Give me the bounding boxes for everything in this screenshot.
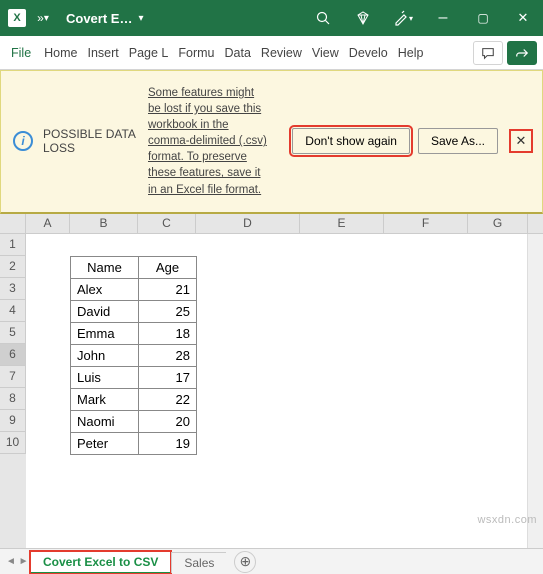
cell-age[interactable]: 28: [139, 344, 197, 366]
table-row[interactable]: Emma18: [71, 322, 197, 344]
tab-file[interactable]: File: [6, 36, 39, 69]
table-row[interactable]: Mark22: [71, 388, 197, 410]
table-header-name: Name: [71, 256, 139, 278]
cell-name[interactable]: Alex: [71, 278, 139, 300]
table-row[interactable]: Luis17: [71, 366, 197, 388]
message-body[interactable]: Some features might be lost if you save …: [148, 85, 268, 198]
table-row[interactable]: Alex21: [71, 278, 197, 300]
row-header[interactable]: 9: [0, 410, 26, 432]
row-header[interactable]: 7: [0, 366, 26, 388]
col-header[interactable]: B: [70, 214, 138, 233]
sheet-nav-icons[interactable]: ◄ ►: [6, 556, 29, 567]
table-row[interactable]: Peter19: [71, 432, 197, 454]
message-close-button[interactable]: ✕: [512, 132, 530, 150]
data-table: Name Age Alex21David25Emma18John28Luis17…: [70, 256, 197, 455]
dont-show-again-button[interactable]: Don't show again: [292, 128, 410, 154]
column-headers: A B C D E F G: [0, 214, 543, 234]
tab-insert[interactable]: Insert: [83, 36, 124, 69]
row-header[interactable]: 2: [0, 256, 26, 278]
excel-app-icon: X: [8, 9, 26, 27]
tab-formulas[interactable]: Formu: [173, 36, 219, 69]
row-header[interactable]: 6: [0, 344, 26, 366]
sheet-tab-bar: ◄ ► Covert Excel to CSV Sales ⊕: [0, 548, 543, 574]
comments-button[interactable]: [473, 41, 503, 65]
select-all-corner[interactable]: [0, 214, 26, 233]
row-header[interactable]: 10: [0, 432, 26, 454]
diamond-icon[interactable]: [343, 0, 383, 36]
cell-name[interactable]: John: [71, 344, 139, 366]
cell-name[interactable]: Naomi: [71, 410, 139, 432]
tab-view[interactable]: View: [307, 36, 344, 69]
title-chevron-icon[interactable]: ▾: [138, 13, 143, 24]
share-button[interactable]: [507, 41, 537, 65]
message-title: POSSIBLE DATA LOSS: [43, 127, 138, 155]
tab-home[interactable]: Home: [39, 36, 82, 69]
col-header[interactable]: C: [138, 214, 196, 233]
watermark: wsxdn.com: [477, 514, 537, 526]
tab-developer[interactable]: Develo: [344, 36, 393, 69]
save-as-button[interactable]: Save As...: [418, 128, 498, 154]
cell-age[interactable]: 21: [139, 278, 197, 300]
cell-name[interactable]: Peter: [71, 432, 139, 454]
message-bar: i POSSIBLE DATA LOSS Some features might…: [0, 70, 543, 214]
title-bar: X »▾ Covert E… ▾ ▾: [0, 0, 543, 36]
cell-age[interactable]: 20: [139, 410, 197, 432]
add-sheet-button[interactable]: ⊕: [234, 551, 256, 573]
row-header[interactable]: 3: [0, 278, 26, 300]
cell-age[interactable]: 25: [139, 300, 197, 322]
cell-age[interactable]: 17: [139, 366, 197, 388]
cells-area[interactable]: Name Age Alex21David25Emma18John28Luis17…: [26, 234, 543, 548]
ribbon-tabs: File Home Insert Page L Formu Data Revie…: [0, 36, 543, 70]
cell-name[interactable]: Mark: [71, 388, 139, 410]
cell-age[interactable]: 18: [139, 322, 197, 344]
info-icon: i: [13, 131, 33, 151]
tab-page-layout[interactable]: Page L: [124, 36, 174, 69]
tab-help[interactable]: Help: [393, 36, 429, 69]
sheet-tab[interactable]: Sales: [171, 552, 226, 573]
row-headers: 12345678910: [0, 234, 26, 548]
col-header[interactable]: A: [26, 214, 70, 233]
row-header[interactable]: 5: [0, 322, 26, 344]
tab-data[interactable]: Data: [220, 36, 256, 69]
pen-icon[interactable]: ▾: [383, 0, 423, 36]
document-title: Covert E…: [66, 11, 132, 26]
window-close-button[interactable]: [503, 0, 543, 36]
spreadsheet-grid: A B C D E F G 12345678910 Name Age Alex2…: [0, 214, 543, 548]
cell-name[interactable]: Luis: [71, 366, 139, 388]
cell-age[interactable]: 22: [139, 388, 197, 410]
col-header[interactable]: E: [300, 214, 384, 233]
cell-name[interactable]: David: [71, 300, 139, 322]
row-header[interactable]: 4: [0, 300, 26, 322]
cell-name[interactable]: Emma: [71, 322, 139, 344]
row-header[interactable]: 1: [0, 234, 26, 256]
qat-more-icon[interactable]: »▾: [32, 7, 54, 29]
tab-review[interactable]: Review: [256, 36, 307, 69]
maximize-button[interactable]: [463, 0, 503, 36]
vertical-scrollbar[interactable]: [527, 234, 543, 548]
table-row[interactable]: Naomi20: [71, 410, 197, 432]
cell-age[interactable]: 19: [139, 432, 197, 454]
row-header[interactable]: 8: [0, 388, 26, 410]
minimize-button[interactable]: [423, 0, 463, 36]
col-header[interactable]: G: [468, 214, 528, 233]
table-row[interactable]: David25: [71, 300, 197, 322]
search-icon[interactable]: [303, 0, 343, 36]
table-header-age: Age: [139, 256, 197, 278]
sheet-tab-active[interactable]: Covert Excel to CSV: [30, 551, 171, 574]
col-header[interactable]: D: [196, 214, 300, 233]
col-header[interactable]: F: [384, 214, 468, 233]
table-row[interactable]: John28: [71, 344, 197, 366]
